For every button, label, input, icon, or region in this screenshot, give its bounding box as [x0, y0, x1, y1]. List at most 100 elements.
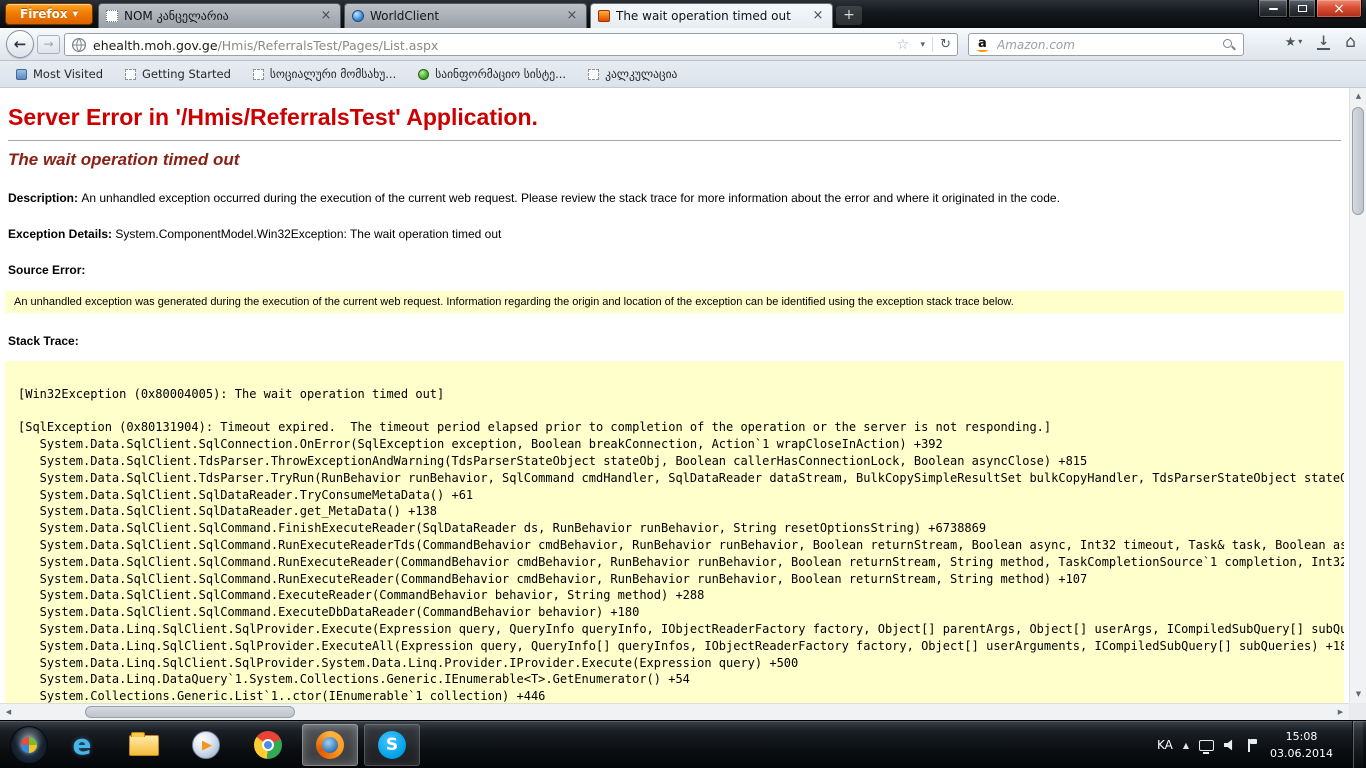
scroll-left-icon[interactable]: ◀ [0, 704, 17, 721]
volume-icon[interactable] [1224, 739, 1237, 751]
taskbar-clock[interactable]: 15:08 03.06.2014 [1267, 728, 1342, 762]
page-content: Server Error in '/Hmis/ReferralsTest' Ap… [0, 88, 1349, 720]
taskbar-internet-explorer-button[interactable]: e [54, 724, 110, 766]
tab-close-icon[interactable]: × [565, 9, 579, 23]
forward-button[interactable]: → [37, 35, 60, 54]
firefox-icon [316, 731, 344, 759]
tray-expand-icon[interactable]: ▲ [1183, 741, 1189, 750]
media-player-icon: ▶ [192, 731, 220, 759]
desktop-screen: Firefox▼ NOM კანცელარია × WorldClient × … [0, 0, 1366, 768]
bookmark-social-services[interactable]: სოციალური მომსახუ... [245, 64, 404, 84]
search-bar[interactable]: a [968, 33, 1244, 56]
internet-explorer-icon: e [73, 731, 92, 759]
url-domain: ehealth.moh.gov.ge [93, 38, 218, 53]
clock-date: 03.06.2014 [1270, 745, 1333, 762]
source-error-paragraph: Source Error: [8, 262, 1341, 278]
taskbar-icons: e ▶ S [54, 724, 420, 766]
start-button[interactable] [10, 726, 48, 764]
exception-details-label: Exception Details: [8, 227, 115, 241]
description-paragraph: Description: An unhandled exception occu… [8, 190, 1341, 206]
reload-icon[interactable]: ↻ [932, 37, 951, 52]
exception-details-text: System.ComponentModel.Win32Exception: Th… [115, 227, 501, 241]
tab-title: WorldClient [370, 9, 559, 23]
bookmark-information-system[interactable]: საინფორმაციო სისტე... [410, 64, 574, 84]
source-error-label: Source Error: [8, 263, 85, 277]
taskbar-media-player-button[interactable]: ▶ [178, 724, 234, 766]
taskbar-skype-button[interactable]: S [364, 724, 420, 766]
window-controls: × [1258, 0, 1362, 18]
default-favicon-icon [106, 10, 118, 22]
most-visited-folder-icon [16, 69, 27, 80]
bookmark-label: Getting Started [142, 67, 231, 81]
bookmark-most-visited[interactable]: Most Visited [8, 64, 111, 84]
bookmarks-toolbar: Most Visited Getting Started სოციალური მ… [0, 61, 1366, 88]
bookmark-label: საინფორმაციო სისტე... [435, 67, 566, 81]
taskbar-firefox-button[interactable] [302, 724, 358, 766]
tab-close-icon[interactable]: × [319, 9, 333, 23]
scroll-right-icon[interactable]: ▶ [1332, 704, 1349, 721]
default-favicon-icon [588, 69, 599, 80]
stack-trace-box: [Win32Exception (0x80004005): The wait o… [5, 361, 1344, 720]
close-icon: × [1333, 2, 1345, 16]
new-tab-button[interactable]: + [836, 6, 862, 25]
folder-icon [129, 735, 159, 756]
bookmark-star-icon[interactable]: ☆ [896, 37, 909, 53]
site-identity-globe-icon[interactable] [71, 37, 87, 53]
tab-nom-kancelaria[interactable]: NOM კანცელარია × [98, 3, 341, 28]
vertical-scrollbar-thumb[interactable] [1352, 107, 1364, 215]
clock-time: 15:08 [1270, 728, 1333, 745]
bookmarks-menu-button[interactable]: ★▾ [1285, 35, 1303, 50]
back-button[interactable]: ← [6, 30, 34, 58]
tab-wait-operation-timed-out[interactable]: The wait operation timed out × [590, 3, 833, 28]
close-button[interactable]: × [1316, 0, 1362, 18]
home-button[interactable]: ⌂ [1345, 34, 1356, 51]
horizontal-scrollbar-thumb[interactable] [85, 706, 295, 718]
minimize-button[interactable] [1258, 0, 1288, 18]
tab-title: NOM კანცელარია [124, 9, 313, 23]
scroll-up-icon[interactable]: ▲ [1350, 88, 1366, 105]
navigation-toolbar: ← → ehealth.moh.gov.ge/Hmis/ReferralsTes… [0, 28, 1366, 61]
vertical-scrollbar[interactable]: ▲ ▼ [1349, 88, 1366, 703]
url-input[interactable]: ehealth.moh.gov.ge/Hmis/ReferralsTest/Pa… [64, 33, 958, 56]
bookmark-getting-started[interactable]: Getting Started [117, 64, 239, 84]
taskbar-chrome-button[interactable] [240, 724, 296, 766]
page-title: Server Error in '/Hmis/ReferralsTest' Ap… [8, 104, 1341, 131]
skype-icon: S [378, 731, 406, 759]
firefox-app-button[interactable]: Firefox▼ [5, 3, 93, 25]
action-center-flag-icon[interactable] [1247, 739, 1257, 752]
language-indicator[interactable]: KA [1157, 738, 1173, 752]
maximize-icon [1298, 5, 1307, 12]
downloads-button[interactable]: ↓ [1317, 35, 1330, 50]
firefox-app-button-label: Firefox [20, 7, 68, 21]
bookmark-label: Most Visited [33, 67, 103, 81]
horizontal-scrollbar[interactable]: ◀ ▶ [0, 703, 1349, 720]
tab-title: The wait operation timed out [616, 9, 805, 23]
url-path: /Hmis/ReferralsTest/Pages/List.aspx [218, 38, 439, 53]
toolbar-buttons: ★▾ ↓ ⌂ [1285, 34, 1356, 51]
scroll-down-icon[interactable]: ▼ [1350, 686, 1366, 703]
stack-trace-paragraph: Stack Trace: [8, 333, 1341, 349]
tab-strip: NOM კანცელარია × WorldClient × The wait … [98, 3, 862, 28]
bookmark-calculation[interactable]: კალკულაცია [580, 64, 685, 84]
divider [8, 140, 1341, 141]
exception-details-paragraph: Exception Details: System.ComponentModel… [8, 226, 1341, 242]
green-favicon-icon [418, 69, 429, 80]
search-icon[interactable] [1223, 39, 1236, 52]
source-error-box: An unhandled exception was generated dur… [5, 291, 1344, 313]
system-tray: KA ▲ 15:08 03.06.2014 [1157, 721, 1366, 768]
globe-favicon-icon [352, 10, 364, 22]
bookmarks-star-icon: ★ [1285, 35, 1297, 50]
chrome-icon [254, 731, 282, 759]
scrollbar-corner [1349, 703, 1366, 720]
bookmark-label: სოციალური მომსახუ... [270, 67, 396, 81]
url-dropdown-icon[interactable]: ▾ [920, 40, 925, 50]
display-network-icon[interactable] [1199, 740, 1214, 751]
tab-worldclient[interactable]: WorldClient × [344, 3, 587, 28]
maximize-button[interactable] [1288, 0, 1316, 18]
bookmark-label: კალკულაცია [605, 67, 677, 81]
taskbar-explorer-button[interactable] [116, 724, 172, 766]
tab-close-icon[interactable]: × [811, 9, 825, 23]
show-desktop-button[interactable] [1352, 721, 1363, 768]
description-label: Description: [8, 191, 81, 205]
search-input[interactable] [997, 36, 1212, 53]
